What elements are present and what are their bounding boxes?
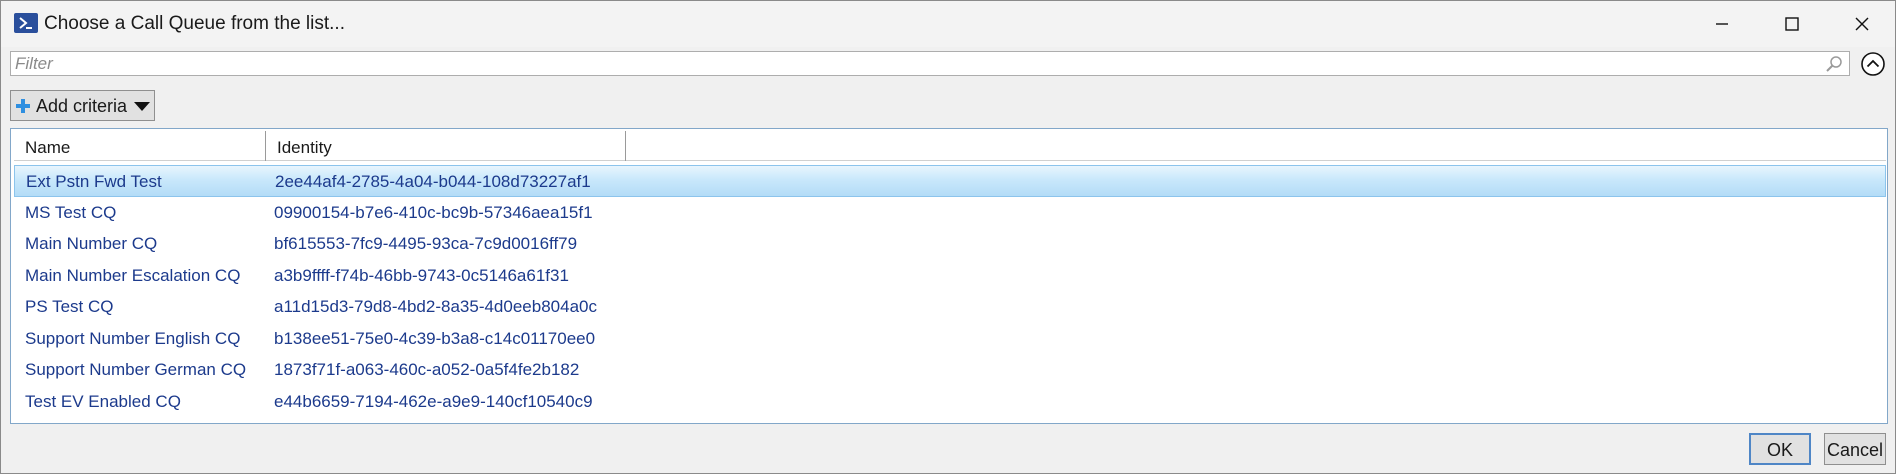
table-row[interactable]: Main Number Escalation CQ a3b9ffff-f74b-… bbox=[14, 260, 1886, 292]
cell-name: Test EV Enabled CQ bbox=[25, 391, 181, 411]
cell-identity: e44b6659-7194-462e-a9e9-140cf10540c9 bbox=[274, 391, 593, 411]
maximize-icon bbox=[1785, 17, 1799, 31]
cell-identity: 09900154-b7e6-410c-bc9b-57346aea15f1 bbox=[274, 202, 593, 222]
table-row[interactable]: PS Test CQ a11d15d3-79d8-4bd2-8a35-4d0ee… bbox=[14, 291, 1886, 323]
cell-name: Support Number German CQ bbox=[25, 360, 247, 379]
column-header-name[interactable]: Name bbox=[14, 131, 266, 161]
table-row[interactable]: MS Test CQ 09900154-b7e6-410c-bc9b-57346… bbox=[14, 197, 1886, 229]
add-criteria-button[interactable]: Add criteria bbox=[10, 90, 155, 121]
cell-name: Ext Pstn Fwd Test bbox=[26, 172, 162, 191]
table-row[interactable]: Main Number CQ bf615553-7fc9-4495-93ca-7… bbox=[14, 228, 1886, 260]
minimize-icon bbox=[1716, 23, 1728, 25]
cancel-button[interactable]: Cancel bbox=[1824, 433, 1886, 465]
title-bar[interactable]: Choose a Call Queue from the list... bbox=[1, 1, 1895, 47]
call-queue-grid: Name Identity Ext Pstn Fwd Test 2ee44af4… bbox=[10, 128, 1888, 424]
table-row[interactable]: Support Number English CQ b138ee51-75e0-… bbox=[14, 323, 1886, 355]
grid-header: Name Identity bbox=[14, 131, 1886, 161]
cell-name: Support Number English CQ bbox=[25, 328, 241, 348]
plus-icon bbox=[16, 99, 30, 113]
cell-name: Main Number Escalation CQ bbox=[25, 265, 241, 285]
minimize-button[interactable] bbox=[1687, 1, 1757, 47]
caret-down-icon bbox=[134, 102, 150, 111]
cell-name: MS Test CQ bbox=[25, 202, 117, 222]
table-row[interactable]: Ext Pstn Fwd Test 2ee44af4-2785-4a04-b04… bbox=[14, 165, 1886, 197]
cell-identity: a3b9ffff-f74b-46bb-9743-0c5146a61f31 bbox=[274, 265, 569, 285]
cell-name: PS Test CQ bbox=[25, 297, 114, 316]
close-icon bbox=[1855, 17, 1869, 31]
chevron-up-circle-icon[interactable] bbox=[1860, 51, 1886, 77]
cell-identity: 2ee44af4-2785-4a04-b044-108d73227af1 bbox=[275, 172, 591, 191]
ok-button[interactable]: OK bbox=[1749, 433, 1811, 465]
cell-identity: b138ee51-75e0-4c39-b3a8-c14c01170ee0 bbox=[274, 328, 596, 348]
filter-input[interactable] bbox=[15, 54, 1795, 73]
close-button[interactable] bbox=[1827, 1, 1896, 47]
add-criteria-label: Add criteria bbox=[36, 96, 128, 116]
search-icon[interactable] bbox=[1824, 54, 1844, 74]
filter-box bbox=[10, 51, 1850, 76]
dialog-window: Choose a Call Queue from the list... Fil… bbox=[0, 0, 1896, 474]
column-header-filler bbox=[626, 131, 1886, 161]
table-row[interactable]: Support Number German CQ 1873f71f-a063-4… bbox=[14, 354, 1886, 386]
cell-identity: a11d15d3-79d8-4bd2-8a35-4d0eeb804a0c bbox=[274, 297, 597, 316]
grid-rows: Ext Pstn Fwd Test 2ee44af4-2785-4a04-b04… bbox=[14, 165, 1886, 417]
column-header-identity[interactable]: Identity bbox=[266, 131, 626, 161]
cell-name: Main Number CQ bbox=[25, 234, 158, 253]
cell-identity: 1873f71f-a063-460c-a052-0a5f4fe2b182 bbox=[274, 360, 580, 379]
maximize-button[interactable] bbox=[1757, 1, 1827, 47]
table-row[interactable]: Test EV Enabled CQ e44b6659-7194-462e-a9… bbox=[14, 386, 1886, 418]
window-title: Choose a Call Queue from the list... bbox=[44, 13, 345, 34]
powershell-icon bbox=[14, 13, 38, 33]
cell-identity: bf615553-7fc9-4495-93ca-7c9d0016ff79 bbox=[274, 234, 578, 253]
